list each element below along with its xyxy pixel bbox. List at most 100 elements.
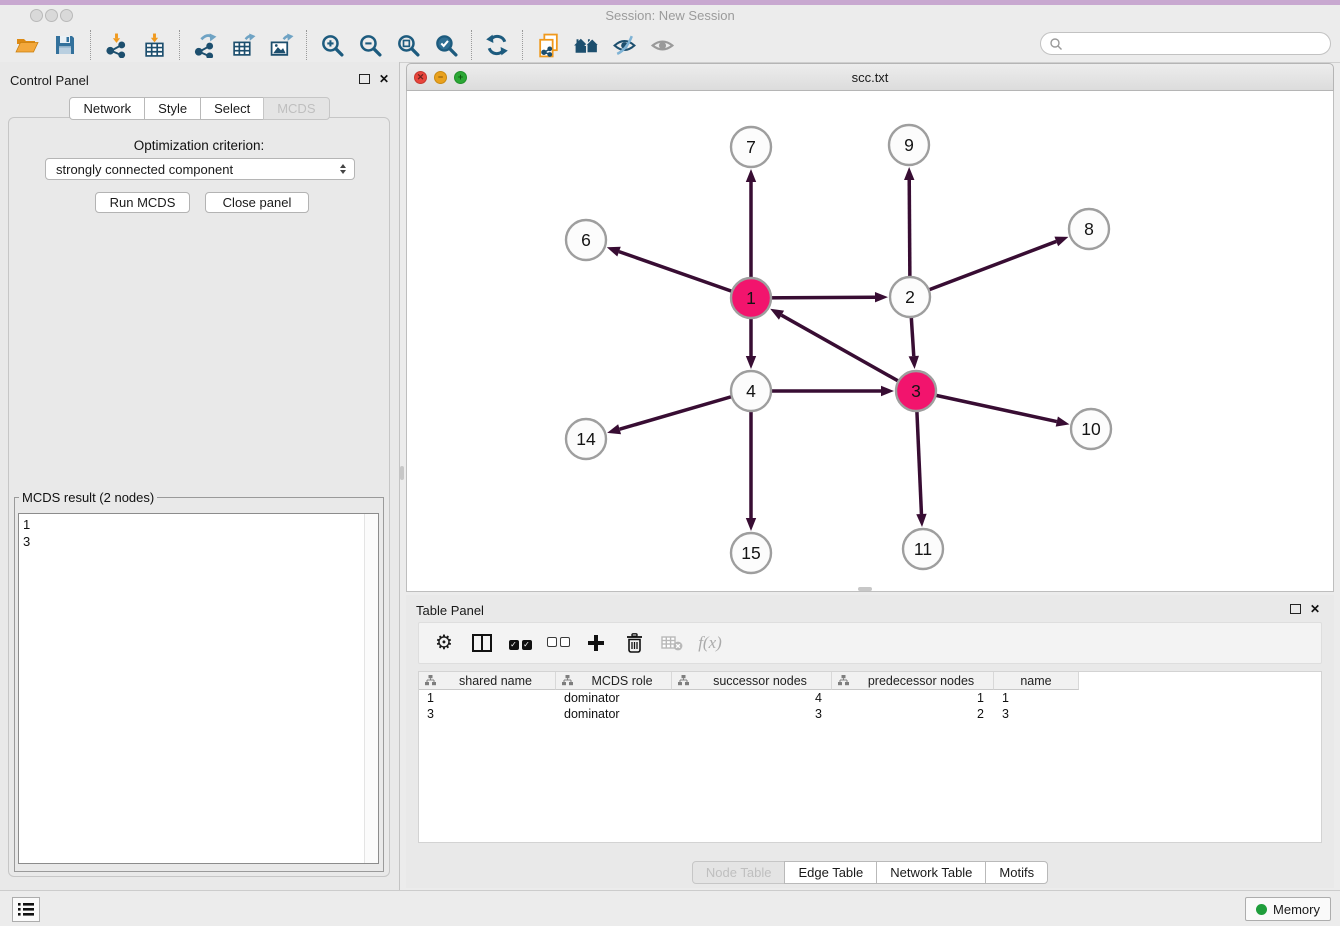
table-panel: Table Panel ✕ ⚙ ✓✓ — [406, 595, 1334, 888]
export-table-button[interactable] — [224, 30, 262, 60]
zoom-selected-icon — [434, 33, 459, 58]
tab-mcds[interactable]: MCDS — [263, 97, 329, 120]
import-network-button[interactable] — [97, 30, 135, 60]
node-label-14: 14 — [576, 429, 596, 449]
eye-icon — [650, 33, 675, 58]
zoom-in-button[interactable] — [313, 30, 351, 60]
table-cell[interactable]: 4 — [672, 690, 832, 706]
column-header-predecessor-nodes[interactable]: predecessor nodes — [832, 672, 994, 690]
table-cell[interactable]: 1 — [832, 690, 994, 706]
tab-network[interactable]: Network — [69, 97, 145, 120]
table-cell[interactable]: 3 — [672, 706, 832, 722]
tab-style[interactable]: Style — [144, 97, 201, 120]
table-settings-button[interactable]: ⚙ — [425, 624, 463, 662]
import-table-button[interactable] — [135, 30, 173, 60]
node-table: shared nameMCDS rolesuccessor nodesprede… — [418, 671, 1322, 843]
table-cell[interactable]: 3 — [994, 706, 1079, 722]
edge-arrowhead — [916, 514, 927, 527]
float-panel-icon[interactable] — [359, 74, 370, 84]
delete-table-icon — [661, 635, 683, 651]
network-frame-title: scc.txt — [407, 70, 1333, 85]
open-session-button[interactable] — [8, 30, 46, 60]
panel-divider-grip[interactable] — [400, 466, 404, 480]
mcds-result-node: 1 — [19, 514, 378, 533]
export-network-button[interactable] — [186, 30, 224, 60]
table-cell[interactable]: dominator — [556, 690, 672, 706]
delete-table-button[interactable] — [653, 624, 691, 662]
search-input[interactable] — [1063, 34, 1330, 53]
node-label-15: 15 — [741, 543, 760, 563]
selected-criterion: strongly connected component — [56, 162, 233, 177]
zoom-selected-button[interactable] — [427, 30, 465, 60]
export-image-button[interactable] — [262, 30, 300, 60]
edge-arrowhead — [904, 167, 914, 180]
edge-2-8[interactable] — [910, 241, 1056, 297]
zoom-out-button[interactable] — [351, 30, 389, 60]
table-tabs: Node TableEdge TableNetwork TableMotifs — [406, 861, 1334, 884]
optimization-criterion-label: Optimization criterion: — [9, 138, 389, 153]
close-panel-icon[interactable]: ✕ — [379, 73, 389, 85]
node-label-3: 3 — [911, 381, 921, 401]
run-mcds-button[interactable]: Run MCDS — [95, 192, 190, 213]
zoom-fit-button[interactable] — [389, 30, 427, 60]
folder-open-icon — [14, 33, 40, 57]
result-scrollbar[interactable] — [364, 514, 378, 863]
apply-layout-button[interactable] — [478, 30, 516, 60]
tab-network-table[interactable]: Network Table — [876, 861, 986, 884]
column-header-mcds-role[interactable]: MCDS role — [556, 672, 672, 690]
tab-select[interactable]: Select — [200, 97, 264, 120]
toolbar-separator — [471, 30, 472, 60]
node-label-10: 10 — [1081, 419, 1101, 439]
table-row: 1dominator411 — [419, 690, 1321, 706]
add-column-button[interactable] — [577, 624, 615, 662]
task-history-button[interactable] — [12, 897, 40, 922]
export-image-icon — [269, 33, 294, 58]
float-panel-icon[interactable] — [1290, 604, 1301, 614]
edge-arrowhead — [605, 242, 621, 256]
table-row: 3dominator323 — [419, 706, 1321, 722]
trash-icon — [626, 633, 643, 653]
memory-button[interactable]: Memory — [1245, 897, 1331, 921]
table-cell[interactable]: 1 — [994, 690, 1079, 706]
select-chevrons-icon — [340, 164, 346, 174]
network-clone-icon — [536, 33, 561, 58]
zoom-fit-icon — [396, 33, 421, 58]
close-panel-icon[interactable]: ✕ — [1310, 603, 1320, 615]
export-network-icon — [193, 33, 218, 58]
column-header-name[interactable]: name — [994, 672, 1079, 690]
edge-arrowhead — [1054, 232, 1070, 246]
close-panel-button[interactable]: Close panel — [205, 192, 309, 213]
edge-arrowhead — [875, 292, 888, 302]
deselect-all-columns-button[interactable] — [539, 624, 577, 662]
split-columns-icon — [472, 634, 492, 652]
table-cell[interactable]: 2 — [832, 706, 994, 722]
node-label-11: 11 — [914, 539, 932, 559]
apply-function-button[interactable]: f(x) — [691, 624, 729, 662]
optimization-criterion-select[interactable]: strongly connected component — [45, 158, 355, 180]
show-hidden-button[interactable] — [643, 30, 681, 60]
node-label-9: 9 — [904, 135, 914, 155]
column-header-shared-name[interactable]: shared name — [419, 672, 556, 690]
network-from-selection-button[interactable] — [529, 30, 567, 60]
toolbar-separator — [522, 30, 523, 60]
split-columns-button[interactable] — [463, 624, 501, 662]
select-all-columns-button[interactable]: ✓✓ — [501, 624, 539, 662]
tab-node-table[interactable]: Node Table — [692, 861, 786, 884]
frame-divider-grip[interactable] — [858, 587, 872, 591]
column-header-successor-nodes[interactable]: successor nodes — [672, 672, 832, 690]
tab-edge-table[interactable]: Edge Table — [784, 861, 877, 884]
table-body: 1dominator4113dominator323 — [419, 690, 1321, 722]
hide-selected-button[interactable] — [605, 30, 643, 60]
first-neighbors-button[interactable] — [567, 30, 605, 60]
table-cell[interactable]: dominator — [556, 706, 672, 722]
table-panel-header: Table Panel ✕ — [406, 595, 1334, 621]
table-cell[interactable]: 1 — [419, 690, 556, 706]
table-cell[interactable]: 3 — [419, 706, 556, 722]
network-canvas[interactable]: 1234678910111415 — [406, 91, 1334, 592]
edge-arrowhead — [606, 424, 621, 438]
edge-3-1[interactable] — [781, 315, 916, 391]
edge-3-10[interactable] — [916, 391, 1057, 422]
save-session-button[interactable] — [46, 30, 84, 60]
tab-motifs[interactable]: Motifs — [985, 861, 1048, 884]
delete-column-button[interactable] — [615, 624, 653, 662]
